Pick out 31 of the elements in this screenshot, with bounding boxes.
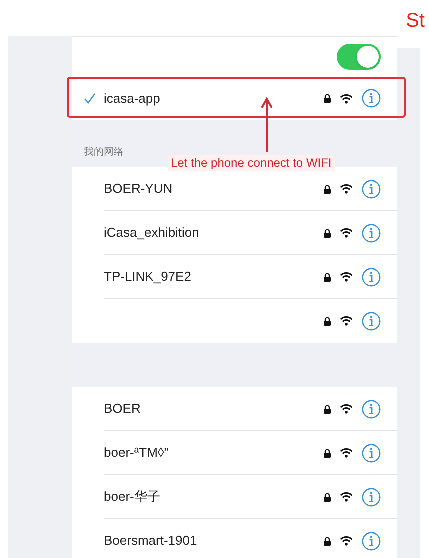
network-name[interactable]: boer-ªTM◊” bbox=[104, 443, 169, 463]
wifi-icon bbox=[340, 94, 353, 104]
section-header: 我的网络 bbox=[84, 146, 124, 160]
network-name[interactable]: boer-华子 bbox=[104, 487, 160, 507]
wifi-icon bbox=[340, 228, 353, 238]
heading-text: St bbox=[406, 9, 425, 33]
info-icon[interactable] bbox=[362, 268, 381, 286]
info-icon[interactable] bbox=[362, 312, 381, 330]
wifi-icon bbox=[340, 184, 353, 194]
network-name[interactable]: TP-LINK_97E2 bbox=[104, 267, 192, 287]
wifi-icon bbox=[340, 316, 353, 326]
network-name[interactable]: BOER bbox=[104, 399, 141, 419]
wifi-icon bbox=[340, 448, 353, 458]
info-icon[interactable] bbox=[362, 444, 381, 462]
info-icon[interactable] bbox=[362, 180, 381, 198]
wifi-toggle[interactable] bbox=[337, 44, 381, 70]
annotation-arrow bbox=[261, 97, 273, 152]
network-name[interactable]: BOER-YUN bbox=[104, 179, 173, 199]
wifi-icon bbox=[340, 536, 353, 546]
info-icon[interactable] bbox=[362, 224, 381, 242]
network-name[interactable]: iCasa_exhibition bbox=[104, 223, 200, 243]
wifi-icon bbox=[340, 404, 353, 414]
wifi-icon bbox=[340, 492, 353, 502]
info-icon[interactable] bbox=[362, 488, 381, 506]
network-name[interactable]: icasa-app bbox=[104, 88, 160, 108]
info-icon[interactable] bbox=[362, 400, 381, 418]
info-icon[interactable] bbox=[362, 532, 381, 550]
info-icon[interactable] bbox=[362, 89, 381, 108]
annotation-label: Let the phone connect to WIFI bbox=[168, 155, 335, 171]
wifi-icon bbox=[340, 272, 353, 282]
network-name[interactable]: Boersmart-1901 bbox=[104, 531, 198, 551]
